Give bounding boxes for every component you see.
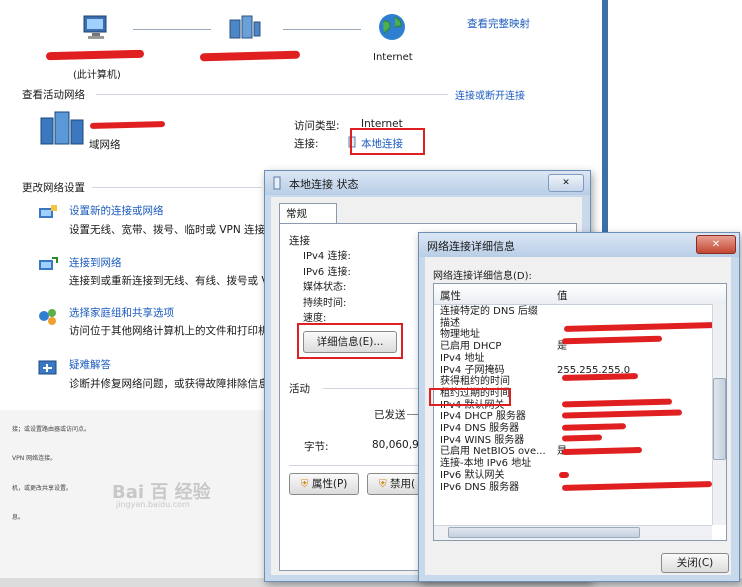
ipv4-connectivity-label: IPv4 连接: bbox=[303, 251, 351, 262]
connect-to-network-link[interactable]: 连接到网络 bbox=[69, 255, 122, 270]
watermark-url: jingyan.baidu.com bbox=[116, 500, 190, 509]
map-link-line bbox=[133, 29, 211, 30]
redaction-scribble bbox=[558, 471, 570, 479]
connection-label: 连接: bbox=[294, 138, 319, 150]
row-property: 已启用 DHCP bbox=[440, 341, 502, 353]
divider bbox=[96, 94, 448, 95]
row-property: IPv6 默认网关 bbox=[440, 469, 505, 481]
connection-rows: IPv4 连接: IPv6 连接: 媒体状态: 持续时间: 速度: bbox=[303, 249, 351, 327]
row-property: IPv4 WINS 服务器 bbox=[440, 434, 525, 446]
bytes-value: 80,060,9 bbox=[372, 439, 419, 451]
row-property: 获得租约的时间 bbox=[440, 376, 510, 388]
divider bbox=[289, 465, 425, 466]
activity-group-label: 活动 bbox=[289, 383, 310, 395]
map-link-line bbox=[283, 29, 361, 30]
close-icon[interactable]: ✕ bbox=[548, 174, 584, 192]
row-property: 连接特定的 DNS 后缀 bbox=[440, 306, 538, 317]
properties-button-label: 属性(P) bbox=[311, 478, 348, 490]
status-dialog-title: 本地连接 状态 bbox=[289, 178, 359, 191]
internet-label: Internet bbox=[373, 52, 413, 63]
media-state-label: 媒体状态: bbox=[303, 282, 347, 293]
tip-text: VPN 网络连接。 bbox=[12, 455, 57, 462]
highlight-box bbox=[297, 323, 403, 359]
details-subtitle: 网络连接详细信息(D): bbox=[433, 271, 532, 282]
row-value bbox=[557, 353, 630, 365]
divider bbox=[323, 388, 423, 389]
tip-text: 接；或设置路由器或访问点。 bbox=[12, 426, 91, 433]
troubleshoot-link[interactable]: 疑难解答 bbox=[69, 357, 111, 372]
column-header-property[interactable]: 属性 bbox=[440, 288, 461, 303]
properties-button[interactable]: ⛨ 属性(P) bbox=[289, 473, 359, 495]
highlight-box bbox=[429, 388, 511, 406]
homegroup-icon bbox=[37, 306, 59, 329]
access-type-label: 访问类型: bbox=[294, 120, 340, 132]
highlight-box bbox=[350, 128, 425, 155]
homegroup-link[interactable]: 选择家庭组和共享选项 bbox=[69, 305, 174, 320]
globe-icon bbox=[377, 12, 407, 45]
ethernet-icon bbox=[272, 176, 282, 193]
row-value bbox=[557, 388, 630, 400]
network-type-label: 域网络 bbox=[89, 139, 121, 151]
duration-label: 持续时间: bbox=[303, 297, 347, 309]
redaction-scribble bbox=[561, 481, 713, 491]
tip-text: 机，或更改共享设置。 bbox=[12, 485, 73, 492]
new-connection-icon bbox=[37, 204, 59, 227]
close-button[interactable]: 关闭(C) bbox=[661, 553, 729, 573]
connect-network-icon bbox=[37, 256, 59, 279]
row-property: IPv4 DHCP 服务器 bbox=[440, 411, 526, 423]
troubleshoot-desc: 诊断并修复网络问题，或获得故障排除信息 bbox=[69, 378, 269, 390]
details-dialog-body: 网络连接详细信息(D): 属性 值 连接特定的 DNS 后缀 描述 物理地址 已… bbox=[425, 257, 731, 575]
scrollbar-thumb[interactable] bbox=[448, 527, 640, 538]
active-networks-heading: 查看活动网络 bbox=[22, 89, 85, 101]
row-property: IPv4 子网掩码 bbox=[440, 364, 505, 376]
row-property: IPv6 DNS 服务器 bbox=[440, 481, 520, 493]
this-computer-label: (此计算机) bbox=[73, 70, 121, 81]
row-property: 物理地址 bbox=[440, 329, 480, 341]
tip-text: 息。 bbox=[12, 514, 25, 521]
connect-disconnect-link[interactable]: 连接或断开连接 bbox=[455, 87, 525, 102]
sent-label: 已发送 bbox=[374, 409, 406, 421]
network-switch-icon bbox=[228, 14, 262, 45]
homegroup-desc: 访问位于其他网络计算机上的文件和打印机 bbox=[69, 325, 269, 337]
connect-to-network-desc: 连接到或重新连接到无线、有线、拨号或 V bbox=[69, 275, 269, 287]
view-full-map-link[interactable]: 查看完整映射 bbox=[467, 16, 530, 31]
computer-icon bbox=[80, 14, 112, 45]
setup-connection-link[interactable]: 设置新的连接或网络 bbox=[69, 203, 164, 218]
details-listview[interactable]: 属性 值 连接特定的 DNS 后缀 描述 物理地址 已启用 DHCP IPv4 … bbox=[433, 283, 727, 541]
row-property: IPv4 地址 bbox=[440, 352, 485, 364]
row-property: 描述 bbox=[440, 317, 460, 329]
shield-icon: ⛨ bbox=[378, 478, 387, 490]
setup-connection-desc: 设置无线、宽带、拨号、临时或 VPN 连接 bbox=[69, 224, 266, 236]
redaction-scribble bbox=[561, 434, 603, 442]
change-settings-heading: 更改网络设置 bbox=[22, 182, 85, 194]
row-property: 已启用 NetBIOS ove... bbox=[440, 446, 546, 458]
row-property: 连接-本地 IPv6 地址 bbox=[440, 458, 532, 470]
bytes-label: 字节: bbox=[304, 441, 329, 453]
disable-button-label: 禁用( bbox=[390, 478, 416, 490]
tab-general[interactable]: 常规 bbox=[279, 203, 337, 224]
column-header-value[interactable]: 值 bbox=[557, 288, 568, 303]
row-value bbox=[557, 306, 630, 318]
listview-header bbox=[434, 284, 726, 305]
details-dialog: 网络连接详细信息 ✕ 网络连接详细信息(D): 属性 值 连接特定的 DNS 后… bbox=[418, 232, 740, 582]
redaction-scribble bbox=[561, 335, 663, 345]
connection-group-label: 连接 bbox=[289, 235, 310, 247]
details-dialog-title: 网络连接详细信息 bbox=[427, 240, 515, 253]
divider bbox=[92, 187, 262, 188]
domain-network-icon bbox=[39, 110, 85, 153]
shield-icon: ⛨ bbox=[300, 478, 309, 490]
close-icon[interactable]: ✕ bbox=[696, 235, 736, 254]
troubleshoot-icon bbox=[37, 358, 59, 381]
row-property: IPv4 DNS 服务器 bbox=[440, 423, 520, 435]
ipv6-connectivity-label: IPv6 连接: bbox=[303, 266, 351, 278]
scrollbar-thumb[interactable] bbox=[713, 378, 726, 460]
